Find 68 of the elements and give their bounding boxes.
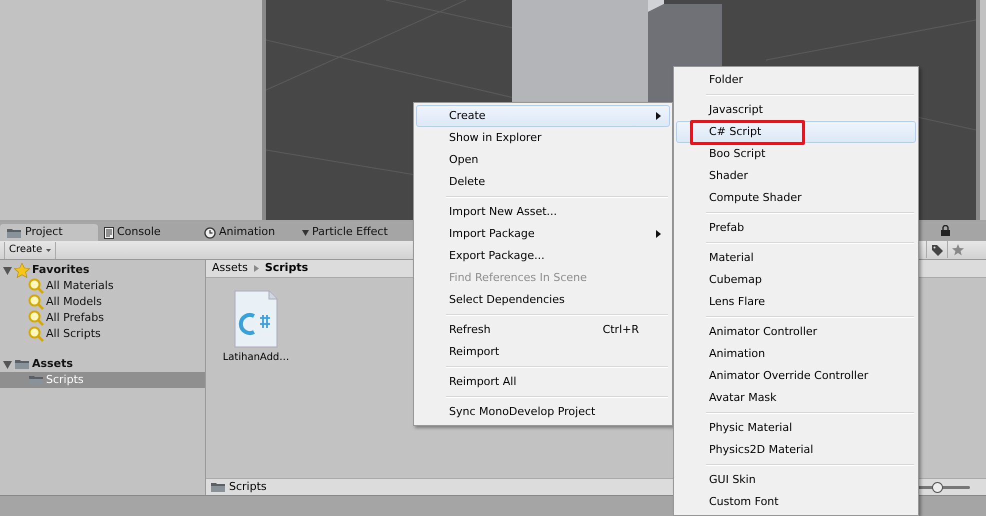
menu-item[interactable]: Reimport: [416, 341, 670, 363]
caret-icon: [46, 248, 52, 252]
menu-item[interactable]: Animator Override Controller: [676, 365, 916, 387]
tree-item[interactable]: All Prefabs: [0, 310, 205, 326]
menu-item[interactable]: Boo Script: [676, 143, 916, 165]
menu-item[interactable]: Physic Material: [676, 417, 916, 439]
tree-item[interactable]: All Materials: [0, 278, 205, 294]
separator-arrow-icon: [254, 265, 259, 272]
star-icon: [14, 262, 30, 278]
menu-item[interactable]: Javascript: [676, 99, 916, 121]
tag-icon: [931, 244, 943, 256]
menu-item[interactable]: Shader: [676, 165, 916, 187]
menu-item[interactable]: Compute Shader: [676, 187, 916, 209]
search-icon: [28, 294, 44, 310]
menu-item[interactable]: GUI Skin: [676, 469, 916, 491]
caret-icon: [302, 230, 309, 236]
tree-item[interactable]: Assets: [0, 356, 205, 372]
menu-item[interactable]: Avatar Mask: [676, 387, 916, 409]
search-icon: [28, 310, 44, 326]
menu-item[interactable]: C# Script: [676, 121, 916, 143]
submenu-arrow-icon: [656, 112, 661, 120]
expanded-arrow-icon: [3, 360, 12, 368]
folder-icon: [6, 226, 22, 238]
asset-name[interactable]: LatihanAdd…: [222, 352, 290, 364]
tree-item[interactable]: Favorites: [0, 262, 205, 278]
panel-tab[interactable]: Animation: [198, 224, 296, 241]
script-file-icon: [234, 290, 278, 348]
submenu-arrow-icon: [656, 230, 661, 238]
menu-item[interactable]: Custom Font: [676, 491, 916, 513]
menu-item[interactable]: Cubemap: [676, 269, 916, 291]
menu-item[interactable]: Import Package: [416, 223, 670, 245]
document-icon: [104, 226, 114, 238]
slider-thumb[interactable]: [932, 482, 943, 494]
panel-tab[interactable]: Project: [0, 224, 98, 241]
folder-icon: [14, 358, 30, 370]
expanded-arrow-icon: [3, 266, 12, 274]
breadcrumb-item[interactable]: Scripts: [264, 262, 308, 275]
menu-item[interactable]: Refresh Ctrl+R: [416, 319, 670, 341]
menu-item[interactable]: Create: [416, 105, 670, 127]
menu-item[interactable]: Sync MonoDevelop Project: [416, 401, 670, 423]
panel-tab[interactable]: Particle Effect: [296, 224, 396, 241]
menu-item[interactable]: Open: [416, 149, 670, 171]
create-button[interactable]: Create: [4, 242, 56, 258]
menu-item[interactable]: Delete: [416, 171, 670, 193]
folder-icon: [28, 374, 44, 386]
menu-item[interactable]: Lens Flare: [676, 291, 916, 313]
menu-item[interactable]: Physics2D Material: [676, 439, 916, 461]
lock-icon: [941, 225, 950, 236]
menu-item[interactable]: Show in Explorer: [416, 127, 670, 149]
tree-item[interactable]: All Scripts: [0, 326, 205, 342]
search-icon: [28, 278, 44, 294]
menu-item[interactable]: Select Dependencies: [416, 289, 670, 311]
menu-item[interactable]: Folder: [676, 69, 916, 91]
search-icon: [28, 326, 44, 342]
menu-item[interactable]: Prefab: [676, 217, 916, 239]
folder-icon: [210, 481, 226, 494]
menu-item[interactable]: Material: [676, 247, 916, 269]
breadcrumb-item[interactable]: Assets: [212, 262, 248, 275]
panel-tab[interactable]: Console: [98, 224, 198, 241]
folder-path: Scripts: [229, 480, 267, 494]
menu-item[interactable]: Reimport All: [416, 371, 670, 393]
tree-item[interactable]: All Models: [0, 294, 205, 310]
clock-icon: [204, 226, 216, 238]
menu-item[interactable]: Animator Controller: [676, 321, 916, 343]
menu-item[interactable]: Import New Asset...: [416, 201, 670, 223]
menu-item[interactable]: Export Package...: [416, 245, 670, 267]
star-icon: [952, 244, 964, 256]
menu-item[interactable]: Animation: [676, 343, 916, 365]
